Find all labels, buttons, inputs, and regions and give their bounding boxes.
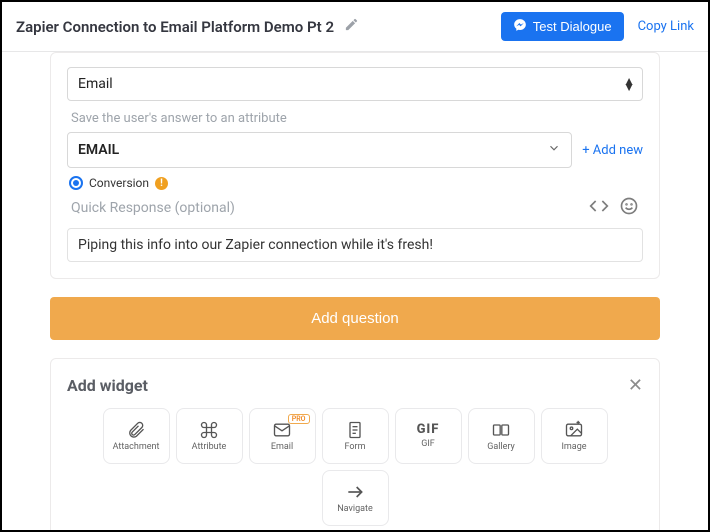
- arrow-right-icon: [345, 482, 365, 502]
- widget-label: Navigate: [337, 505, 372, 514]
- widget-attribute[interactable]: Attribute: [176, 408, 243, 464]
- form-icon: [345, 420, 365, 440]
- widget-attachment[interactable]: Attachment: [103, 408, 170, 464]
- quick-response-label: Quick Response (optional): [71, 200, 235, 216]
- widget-label: Form: [345, 443, 366, 452]
- attribute-value: EMAIL: [78, 142, 119, 158]
- widget-row-1: Attachment Attribute PRO Email Form GIF: [67, 408, 643, 526]
- add-new-attribute[interactable]: + Add new: [582, 143, 643, 158]
- question-card: Email ▲▼ Save the user's answer to an at…: [50, 52, 660, 279]
- conversion-label: Conversion: [89, 176, 149, 190]
- add-widget-panel: Add widget ✕ Attachment Attribute PRO Em…: [50, 358, 660, 532]
- widget-label: Gallery: [487, 443, 515, 452]
- copy-link[interactable]: Copy Link: [638, 19, 694, 34]
- answer-type-value: Email: [78, 76, 113, 92]
- sort-icon: ▲▼: [623, 78, 632, 90]
- emoji-icon[interactable]: [619, 196, 639, 220]
- attribute-select[interactable]: EMAIL: [67, 132, 572, 168]
- widget-form[interactable]: Form: [322, 408, 389, 464]
- code-icon[interactable]: [589, 196, 609, 220]
- add-widget-title: Add widget: [67, 376, 148, 395]
- add-question-button[interactable]: Add question: [50, 297, 660, 340]
- save-attribute-label: Save the user's answer to an attribute: [71, 111, 643, 126]
- widget-navigate[interactable]: Navigate: [322, 470, 389, 526]
- quick-response-input[interactable]: Piping this info into our Zapier connect…: [67, 228, 643, 262]
- warning-icon[interactable]: !: [155, 177, 168, 190]
- widget-label: Attachment: [113, 443, 160, 452]
- image-icon: [564, 420, 584, 440]
- test-dialogue-button[interactable]: Test Dialogue: [501, 12, 624, 41]
- test-dialogue-label: Test Dialogue: [533, 19, 612, 34]
- gif-icon: GIF: [417, 422, 440, 437]
- widget-label: Image: [561, 443, 586, 452]
- widget-label: Email: [271, 443, 293, 452]
- messenger-icon: [513, 18, 527, 35]
- widget-label: Attribute: [192, 443, 227, 452]
- answer-type-select[interactable]: Email ▲▼: [67, 67, 643, 101]
- edit-title-icon[interactable]: [344, 17, 359, 36]
- widget-gallery[interactable]: Gallery: [468, 408, 535, 464]
- conversion-radio[interactable]: [69, 176, 83, 190]
- gallery-icon: [491, 420, 511, 440]
- widget-image[interactable]: Image: [541, 408, 608, 464]
- widget-label: GIF: [421, 440, 435, 449]
- widget-email[interactable]: PRO Email: [249, 408, 316, 464]
- pro-badge: PRO: [288, 414, 310, 424]
- top-bar: Zapier Connection to Email Platform Demo…: [2, 2, 708, 52]
- command-icon: [199, 420, 219, 440]
- widget-gif[interactable]: GIF GIF: [395, 408, 462, 464]
- chevron-down-icon: [547, 141, 561, 159]
- paperclip-icon: [126, 420, 146, 440]
- page-title: Zapier Connection to Email Platform Demo…: [16, 18, 334, 36]
- close-icon[interactable]: ✕: [628, 375, 643, 396]
